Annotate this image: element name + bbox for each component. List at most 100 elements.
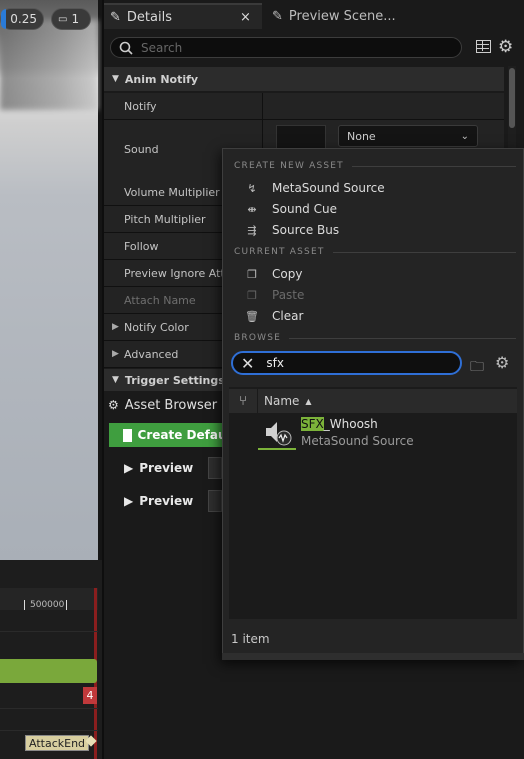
chevron-down-icon: ▼ xyxy=(112,375,119,385)
source-bus-icon: ⇶ xyxy=(247,223,257,237)
prop-row-notify: Notify xyxy=(104,93,504,120)
menu-item-label: Paste xyxy=(272,288,305,302)
tab-preview-scene[interactable]: ✎ Preview Scene... xyxy=(266,3,396,29)
column-name-header[interactable]: Name xyxy=(264,394,299,408)
prop-label: Attach Name xyxy=(124,293,196,307)
scrollbar-thumb[interactable] xyxy=(509,68,515,128)
ruler-marker: 500000 xyxy=(30,600,65,610)
chevron-down-icon: ⌄ xyxy=(460,130,469,142)
ruler-tick xyxy=(66,600,67,610)
header-current-asset: CURRENT ASSET xyxy=(234,247,516,257)
prop-label: Notify Color xyxy=(124,320,189,334)
track-divider xyxy=(0,730,98,731)
popup-resize-bar[interactable] xyxy=(222,653,524,660)
track-divider xyxy=(0,631,98,632)
menu-item-metasound-source[interactable]: ↯ MetaSound Source xyxy=(244,178,385,198)
pencil-icon: ✎ xyxy=(272,8,283,24)
preview-button[interactable]: ▶ Preview xyxy=(124,491,193,511)
asset-browser-label: Asset Browser xyxy=(124,397,218,413)
clear-search-icon[interactable]: ✕ xyxy=(241,354,254,373)
menu-item-clear[interactable]: 🗑 Clear xyxy=(244,306,303,326)
asset-type-color-bar xyxy=(258,448,296,450)
tab-preview-label: Preview Scene... xyxy=(288,8,396,24)
source-control-icon[interactable]: ⑂ xyxy=(229,394,257,409)
notify-count-badge[interactable]: 4 xyxy=(83,687,97,704)
document-icon xyxy=(123,428,132,442)
search-icon xyxy=(119,41,133,55)
prop-label: Sound xyxy=(124,143,159,156)
sort-up-icon: ▲ xyxy=(305,396,312,406)
timeline-panel[interactable]: 500000 4 AttackEnd xyxy=(0,560,102,759)
asset-list-header: ⑂ Name ▲ xyxy=(229,389,517,413)
gear-icon[interactable]: ⚙ xyxy=(498,37,513,57)
sound-asset-dropdown[interactable]: None ⌄ xyxy=(338,125,478,147)
asset-name-rest: _Whoosh xyxy=(323,417,378,431)
section-anim-notify[interactable]: ▼ Anim Notify xyxy=(104,67,504,91)
notify-attackend[interactable]: AttackEnd xyxy=(25,735,90,751)
chevron-right-icon: ▶ xyxy=(112,349,119,359)
menu-item-copy[interactable]: ❐ Copy xyxy=(244,264,302,284)
camera-pill[interactable]: ▭ 1 xyxy=(51,8,91,30)
header-label: BROWSE xyxy=(234,333,282,343)
search-placeholder: Search xyxy=(141,40,183,55)
metasound-asset-icon xyxy=(264,418,292,446)
preview-label: Preview xyxy=(139,461,194,475)
animation-viewport[interactable] xyxy=(0,0,98,560)
viewport-mesh-blur xyxy=(0,20,98,110)
play-icon: ▶ xyxy=(124,494,134,508)
prop-label: Pitch Multiplier xyxy=(124,212,206,226)
play-icon: ▶ xyxy=(124,461,134,475)
header-label: CREATE NEW ASSET xyxy=(234,161,344,171)
menu-item-label: Clear xyxy=(272,309,304,323)
camera-icon: ▭ xyxy=(58,13,68,25)
folder-browse-icon[interactable]: 🗀 xyxy=(470,356,484,380)
pencil-icon: ✎ xyxy=(110,9,121,25)
menu-item-source-bus[interactable]: ⇶ Source Bus xyxy=(244,220,339,240)
tab-details-label: Details xyxy=(126,9,172,25)
metasound-icon: ↯ xyxy=(247,181,257,195)
asset-name: SFX_Whoosh xyxy=(301,417,378,431)
ruler-tick xyxy=(24,600,25,610)
menu-item-label: MetaSound Source xyxy=(272,181,385,195)
prop-label: Follow xyxy=(124,239,159,253)
table-view-icon[interactable] xyxy=(476,40,491,53)
copy-icon: ❐ xyxy=(247,267,257,281)
tab-details[interactable]: ✎ Details × xyxy=(104,3,262,29)
prop-label: Volume Multiplier xyxy=(124,185,220,199)
sound-value: None xyxy=(347,129,376,143)
speed-value: 0.25 xyxy=(10,12,37,26)
asset-browser-header[interactable]: ⚙ Asset Browser xyxy=(108,396,222,414)
notify-track-bar[interactable] xyxy=(0,659,97,683)
paste-icon: ❐ xyxy=(247,288,257,302)
prop-label: Advanced xyxy=(124,347,179,361)
camera-count: 1 xyxy=(71,12,80,26)
details-search-input[interactable]: Search xyxy=(110,37,462,58)
browse-search-input[interactable]: ✕ sfx xyxy=(231,351,462,375)
chevron-down-icon: ▼ xyxy=(112,74,119,84)
speed-pill[interactable]: 0.25 xyxy=(0,8,44,30)
close-icon[interactable]: × xyxy=(240,10,251,25)
search-match-highlight: SFX xyxy=(301,417,324,431)
item-count: 1 item xyxy=(231,632,270,646)
trash-icon: 🗑 xyxy=(245,309,259,323)
asset-row-sfx-whoosh[interactable]: SFX_Whoosh MetaSound Source xyxy=(258,416,458,452)
preview-label: Preview xyxy=(139,494,194,508)
header-create-new-asset: CREATE NEW ASSET xyxy=(234,161,516,171)
menu-item-label: Source Bus xyxy=(272,223,340,237)
preview-field[interactable] xyxy=(208,490,222,512)
menu-item-label: Sound Cue xyxy=(272,202,337,216)
preview-field[interactable] xyxy=(208,457,222,479)
create-default-button[interactable]: Create Default xyxy=(109,423,222,447)
sound-cue-icon: ⇼ xyxy=(247,202,257,216)
menu-item-paste[interactable]: ❐ Paste xyxy=(244,285,304,305)
preview-button[interactable]: ▶ Preview xyxy=(124,458,193,478)
section-title: Anim Notify xyxy=(124,72,199,86)
create-default-label: Create Default xyxy=(137,428,222,442)
gear-icon[interactable]: ⚙ xyxy=(495,353,509,372)
asset-type: MetaSound Source xyxy=(301,434,414,448)
menu-item-sound-cue[interactable]: ⇼ Sound Cue xyxy=(244,199,337,219)
speed-icon xyxy=(1,9,7,29)
chevron-right-icon: ▶ xyxy=(112,322,119,332)
asset-browser-icon: ⚙ xyxy=(108,398,119,412)
header-browse: BROWSE xyxy=(234,333,516,343)
